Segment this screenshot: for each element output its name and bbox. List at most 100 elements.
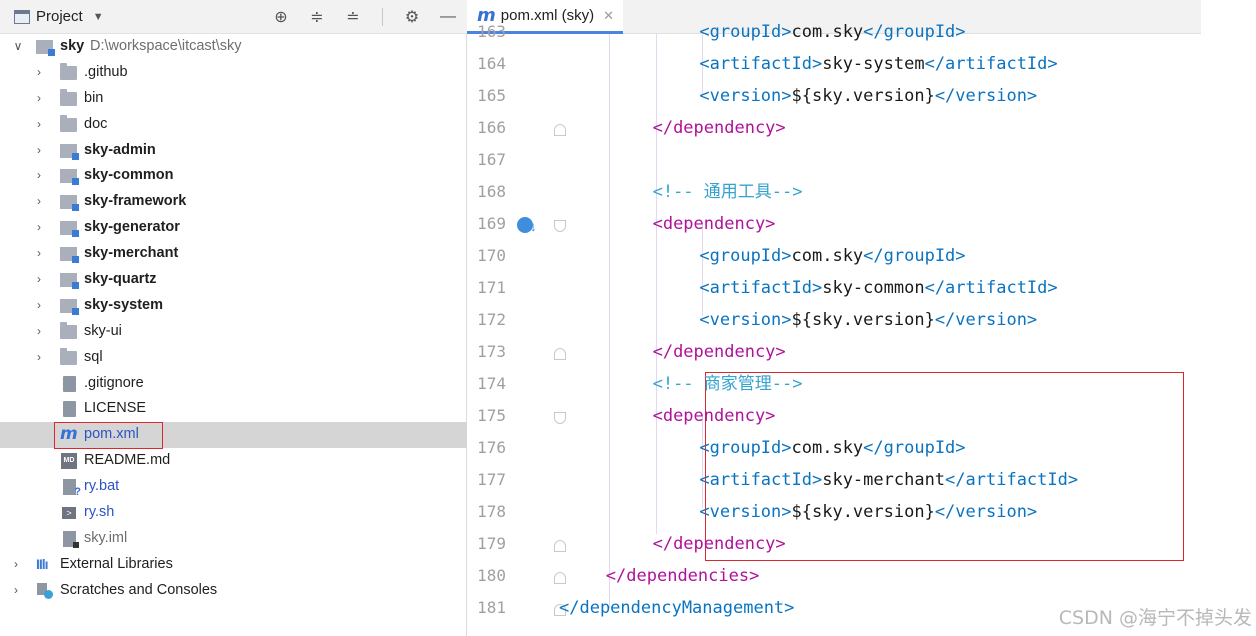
code-line[interactable]: </dependency> (653, 112, 786, 144)
line-number: 171 (477, 278, 506, 297)
code-tag: </artifactId> (924, 278, 1058, 298)
module-folder-icon (60, 169, 79, 186)
chevron-right-icon[interactable]: › (32, 163, 46, 189)
tree-item-gitignore[interactable]: .gitignore (0, 371, 467, 397)
tree-item-external-libraries[interactable]: › IIlı External Libraries (0, 552, 467, 578)
code-line[interactable]: <artifactId>sky-common</artifactId> (699, 272, 1057, 304)
tree-item-sky-merchant[interactable]: › sky-merchant (0, 241, 467, 267)
line-number: 173 (477, 342, 506, 361)
chevron-right-icon[interactable]: › (32, 112, 46, 138)
chevron-right-icon[interactable]: › (9, 578, 23, 604)
tree-item-sky-system[interactable]: › sky-system (0, 293, 467, 319)
header-divider (382, 8, 383, 26)
project-panel-title: Project (36, 8, 83, 25)
code-area[interactable]: <groupId>com.sky</groupId> <artifactId>sk… (559, 22, 1256, 636)
tree-item-label: sky-framework (84, 193, 187, 210)
batch-file-icon (63, 479, 81, 498)
maven-inspect-icon[interactable] (515, 215, 539, 237)
code-line[interactable]: <dependency> (653, 208, 776, 240)
code-line[interactable]: <version>${sky.version}</version> (699, 304, 1037, 336)
module-folder-icon (60, 273, 79, 290)
tree-item-sky-admin[interactable]: › sky-admin (0, 138, 467, 164)
tree-item-sky-iml[interactable]: sky.iml (0, 526, 467, 552)
markdown-file-icon: MD (61, 453, 77, 470)
folder-icon (60, 114, 77, 132)
watermark: CSDN @海宁不掉头发 (1058, 607, 1252, 629)
indent-guide (609, 34, 610, 608)
code-tag: </version> (934, 86, 1038, 106)
chevron-right-icon[interactable]: › (32, 267, 46, 293)
code-line[interactable]: <artifactId>sky-system</artifactId> (699, 48, 1057, 80)
tree-item-ry-sh[interactable]: > ry.sh (0, 500, 467, 526)
code-tag: </groupId> (863, 438, 966, 458)
line-number: 166 (477, 118, 506, 137)
chevron-right-icon[interactable]: › (32, 241, 46, 267)
code-tag: <dependency> (652, 214, 776, 234)
chevron-right-icon[interactable]: › (32, 60, 46, 86)
close-icon[interactable]: ✕ (603, 8, 614, 24)
chevron-right-icon[interactable]: › (32, 138, 46, 164)
tree-item-sky-common[interactable]: › sky-common (0, 163, 467, 189)
code-line[interactable]: <version>${sky.version}</version> (699, 80, 1037, 112)
iml-file-icon (63, 530, 79, 548)
tree-item-label: sky-common (84, 167, 174, 184)
tree-item-ry-bat[interactable]: ry.bat (0, 474, 467, 500)
code-tag: </groupId> (863, 22, 966, 42)
code-line[interactable]: <groupId>com.sky</groupId> (699, 432, 965, 464)
code-line[interactable]: </dependencies> (606, 560, 760, 592)
code-tag: <artifactId> (699, 470, 823, 490)
module-folder-icon (60, 221, 79, 238)
tree-item-sky-root[interactable]: ∨ sky D:\workspace\itcast\sky (0, 34, 467, 60)
code-tag: </dependencies> (605, 566, 760, 586)
chevron-right-icon[interactable]: › (32, 319, 46, 345)
expand-all-icon[interactable]: ≑ (308, 7, 326, 27)
line-number: 169 (477, 214, 506, 233)
line-number: 175 (477, 406, 506, 425)
code-line[interactable]: <!-- 商家管理--> (653, 368, 803, 400)
tree-item-license[interactable]: LICENSE (0, 396, 467, 422)
module-folder-icon (60, 247, 79, 264)
editor-gutter: 163 164 165 166 167 168 169 170 171 172 173 174 175 1… (467, 22, 566, 636)
project-icon (14, 9, 30, 24)
tree-item-github[interactable]: › .github (0, 60, 467, 86)
tree-item-sky-framework[interactable]: › sky-framework (0, 189, 467, 215)
code-text: sky-common (822, 278, 925, 298)
code-line[interactable]: <groupId>com.sky</groupId> (699, 240, 965, 272)
tree-item-sky-quartz[interactable]: › sky-quartz (0, 267, 467, 293)
code-line[interactable]: <groupId>com.sky</groupId> (699, 16, 965, 48)
code-line[interactable]: </dependency> (653, 528, 786, 560)
chevron-right-icon[interactable]: › (9, 552, 23, 578)
project-view-selector[interactable]: Project ▼ (14, 8, 104, 25)
chevron-right-icon[interactable]: › (32, 215, 46, 241)
code-line[interactable]: </dependency> (653, 336, 786, 368)
tree-item-sky-generator[interactable]: › sky-generator (0, 215, 467, 241)
hide-icon[interactable]: — (439, 8, 457, 26)
tree-item-scratches[interactable]: › Scratches and Consoles (0, 578, 467, 604)
tree-item-label: .gitignore (84, 374, 144, 391)
tree-item-readme[interactable]: MD README.md (0, 448, 467, 474)
gear-icon[interactable]: ⚙ (403, 7, 421, 27)
chevron-right-icon[interactable]: › (32, 345, 46, 371)
code-line[interactable]: <version>${sky.version}</version> (699, 496, 1037, 528)
locate-icon[interactable]: ⊕ (272, 7, 290, 27)
code-line[interactable]: <artifactId>sky-merchant</artifactId> (699, 464, 1078, 496)
line-number: 177 (477, 470, 506, 489)
project-root-icon (36, 40, 55, 56)
code-line[interactable]: <dependency> (653, 400, 776, 432)
tree-item-sql[interactable]: › sql (0, 345, 467, 371)
tree-item-sky-ui[interactable]: › sky-ui (0, 319, 467, 345)
code-line[interactable]: </dependencyManagement> (559, 592, 794, 624)
tree-item-label: sql (84, 348, 103, 365)
chevron-down-icon: ▼ (92, 10, 104, 23)
code-tag: </artifactId> (924, 54, 1058, 74)
code-tag: </artifactId> (945, 470, 1079, 490)
code-text: com.sky (791, 22, 864, 42)
chevron-right-icon[interactable]: › (32, 86, 46, 112)
collapse-all-icon[interactable]: ≐ (344, 7, 362, 27)
chevron-right-icon[interactable]: › (32, 293, 46, 319)
tree-item-bin[interactable]: › bin (0, 86, 467, 112)
chevron-down-icon[interactable]: ∨ (11, 34, 25, 60)
tree-item-doc[interactable]: › doc (0, 112, 467, 138)
chevron-right-icon[interactable]: › (32, 189, 46, 215)
code-line[interactable]: <!-- 通用工具--> (653, 176, 803, 208)
